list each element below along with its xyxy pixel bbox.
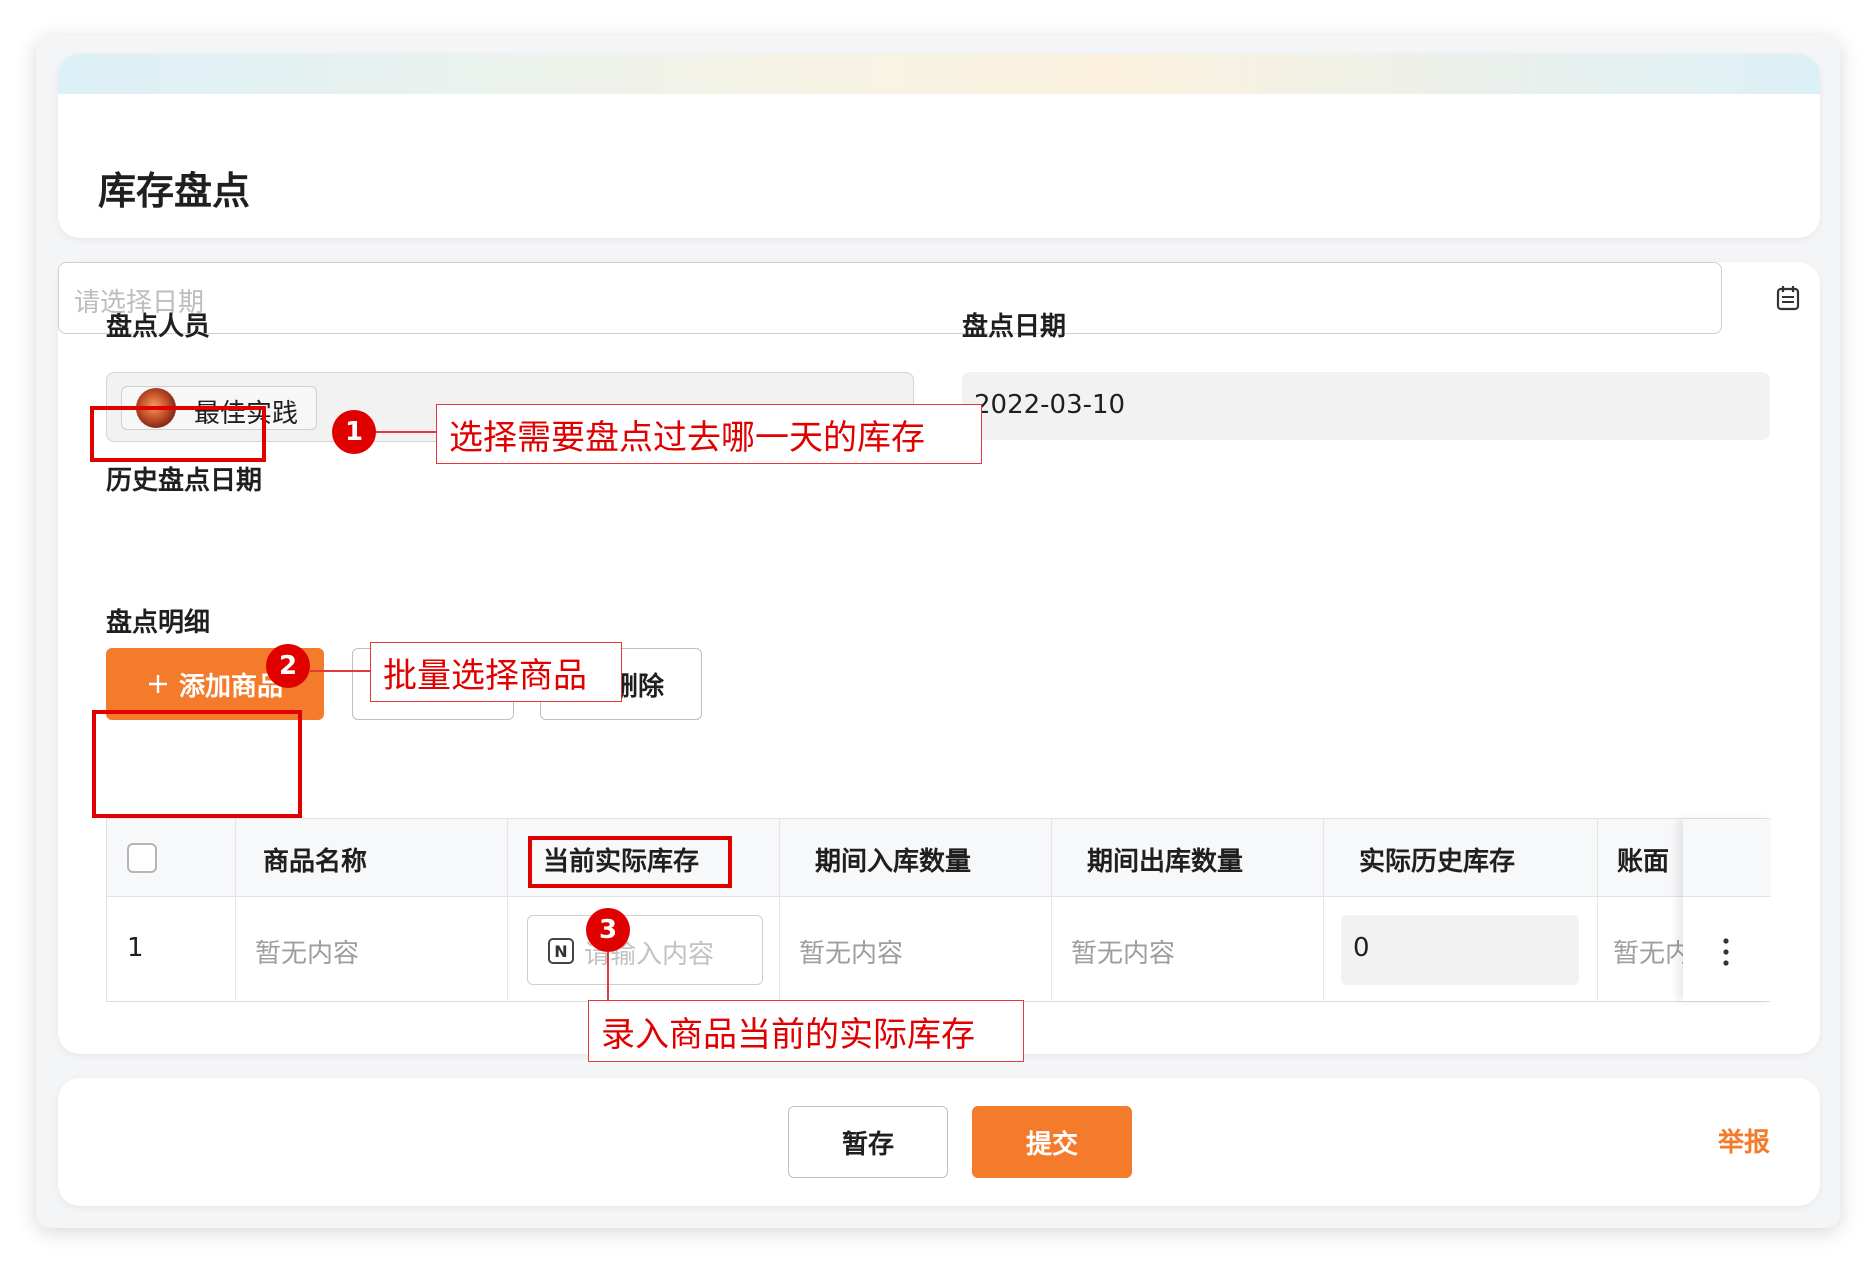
table-header: 商品名称 当前实际库存 期间入库数量 期间出库数量 实际历史库存 (107, 819, 1769, 897)
app-window: 库存盘点 盘点人员 最佳实践 盘点日期 2022-03-10 历史盘点日期 请选… (36, 36, 1840, 1228)
annotation-box-history-date (90, 406, 266, 462)
select-all-checkbox[interactable] (127, 843, 157, 873)
annotation-line-1 (376, 431, 438, 433)
history-date-placeholder: 请选择日期 (74, 288, 205, 318)
report-link[interactable]: 举报 (1718, 1122, 1770, 1159)
annotation-box-current-stock (528, 836, 732, 888)
page-title: 库存盘点 (98, 169, 251, 213)
column-divider (1323, 819, 1324, 1001)
annotation-number-2: 2 (266, 644, 310, 688)
column-divider (1051, 819, 1052, 1001)
history-date-picker[interactable]: 请选择日期 (58, 262, 1800, 334)
annotation-line-3 (607, 952, 609, 1004)
row-in-qty: 暂无内容 (799, 939, 904, 969)
col-product-name[interactable]: 商品名称 (263, 841, 367, 878)
header-gradient (58, 54, 1820, 94)
number-input-icon: N (548, 938, 574, 964)
calendar-icon[interactable] (1774, 284, 1802, 312)
annotation-callout-1: 选择需要盘点过去哪一天的库存 (436, 404, 982, 464)
plus-icon (148, 675, 167, 693)
history-stock-value: 0 (1353, 933, 1370, 963)
date-field: 2022-03-10 (962, 372, 1770, 440)
save-draft-button[interactable]: 暂存 (788, 1106, 948, 1178)
col-book[interactable]: 账面 (1617, 841, 1669, 878)
submit-button[interactable]: 提交 (972, 1106, 1132, 1178)
submit-label: 提交 (1025, 1129, 1078, 1160)
col-history-stock[interactable]: 实际历史库存 (1359, 841, 1515, 878)
column-divider (1597, 819, 1598, 1001)
row-index: 1 (127, 933, 144, 963)
save-draft-label: 暂存 (841, 1129, 894, 1160)
date-label: 盘点日期 (962, 312, 1067, 342)
actions-header (1683, 819, 1771, 897)
history-date-label: 历史盘点日期 (106, 466, 263, 496)
annotation-number-3: 3 (586, 908, 630, 952)
detail-table: 商品名称 当前实际库存 期间入库数量 期间出库数量 实际历史库存 1 暂无内容 … (106, 818, 1771, 1002)
column-divider (235, 819, 236, 1001)
header-card: 库存盘点 (58, 54, 1820, 238)
annotation-line-2 (310, 670, 372, 672)
more-icon[interactable] (1723, 937, 1729, 967)
annotation-callout-2: 批量选择商品 (370, 642, 622, 702)
history-stock-field: 0 (1341, 915, 1579, 985)
row-product-name: 暂无内容 (255, 939, 360, 969)
table-row: 1 暂无内容 N 请输入内容 暂无内容 暂无内容 0 (107, 897, 1769, 1001)
annotation-box-add-product (92, 710, 302, 818)
row-out-qty: 暂无内容 (1071, 939, 1176, 969)
current-stock-input[interactable]: N 请输入内容 (527, 915, 763, 985)
annotation-callout-3: 录入商品当前的实际库存 (588, 1000, 1024, 1062)
actions-column (1683, 819, 1771, 1001)
footer-card: 暂存 提交 举报 (58, 1078, 1820, 1206)
detail-label: 盘点明细 (106, 608, 211, 638)
col-in-qty[interactable]: 期间入库数量 (815, 841, 971, 878)
annotation-number-1: 1 (332, 410, 376, 454)
col-out-qty[interactable]: 期间出库数量 (1087, 841, 1243, 878)
column-divider (507, 819, 508, 1001)
column-divider (779, 819, 780, 1001)
form-card: 盘点人员 最佳实践 盘点日期 2022-03-10 历史盘点日期 请选择日期 盘… (58, 262, 1820, 1054)
date-value: 2022-03-10 (974, 390, 1126, 420)
